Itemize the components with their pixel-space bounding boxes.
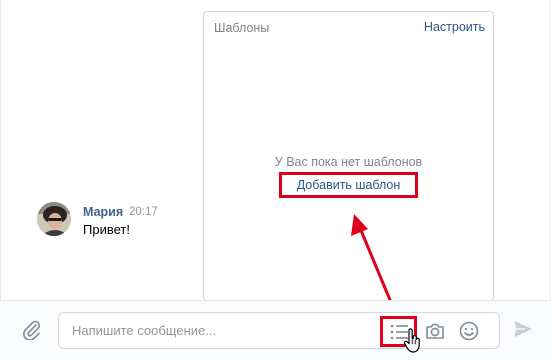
hand-cursor-icon xyxy=(404,328,420,353)
composer-bar: Напишите сообщение... xyxy=(0,300,551,361)
camera-icon[interactable] xyxy=(424,320,446,342)
paperclip-icon[interactable] xyxy=(20,318,42,341)
message-input[interactable]: Напишите сообщение... xyxy=(58,312,500,349)
message-input-placeholder: Напишите сообщение... xyxy=(72,323,217,338)
smile-icon[interactable] xyxy=(458,320,480,342)
send-icon[interactable] xyxy=(513,319,533,339)
